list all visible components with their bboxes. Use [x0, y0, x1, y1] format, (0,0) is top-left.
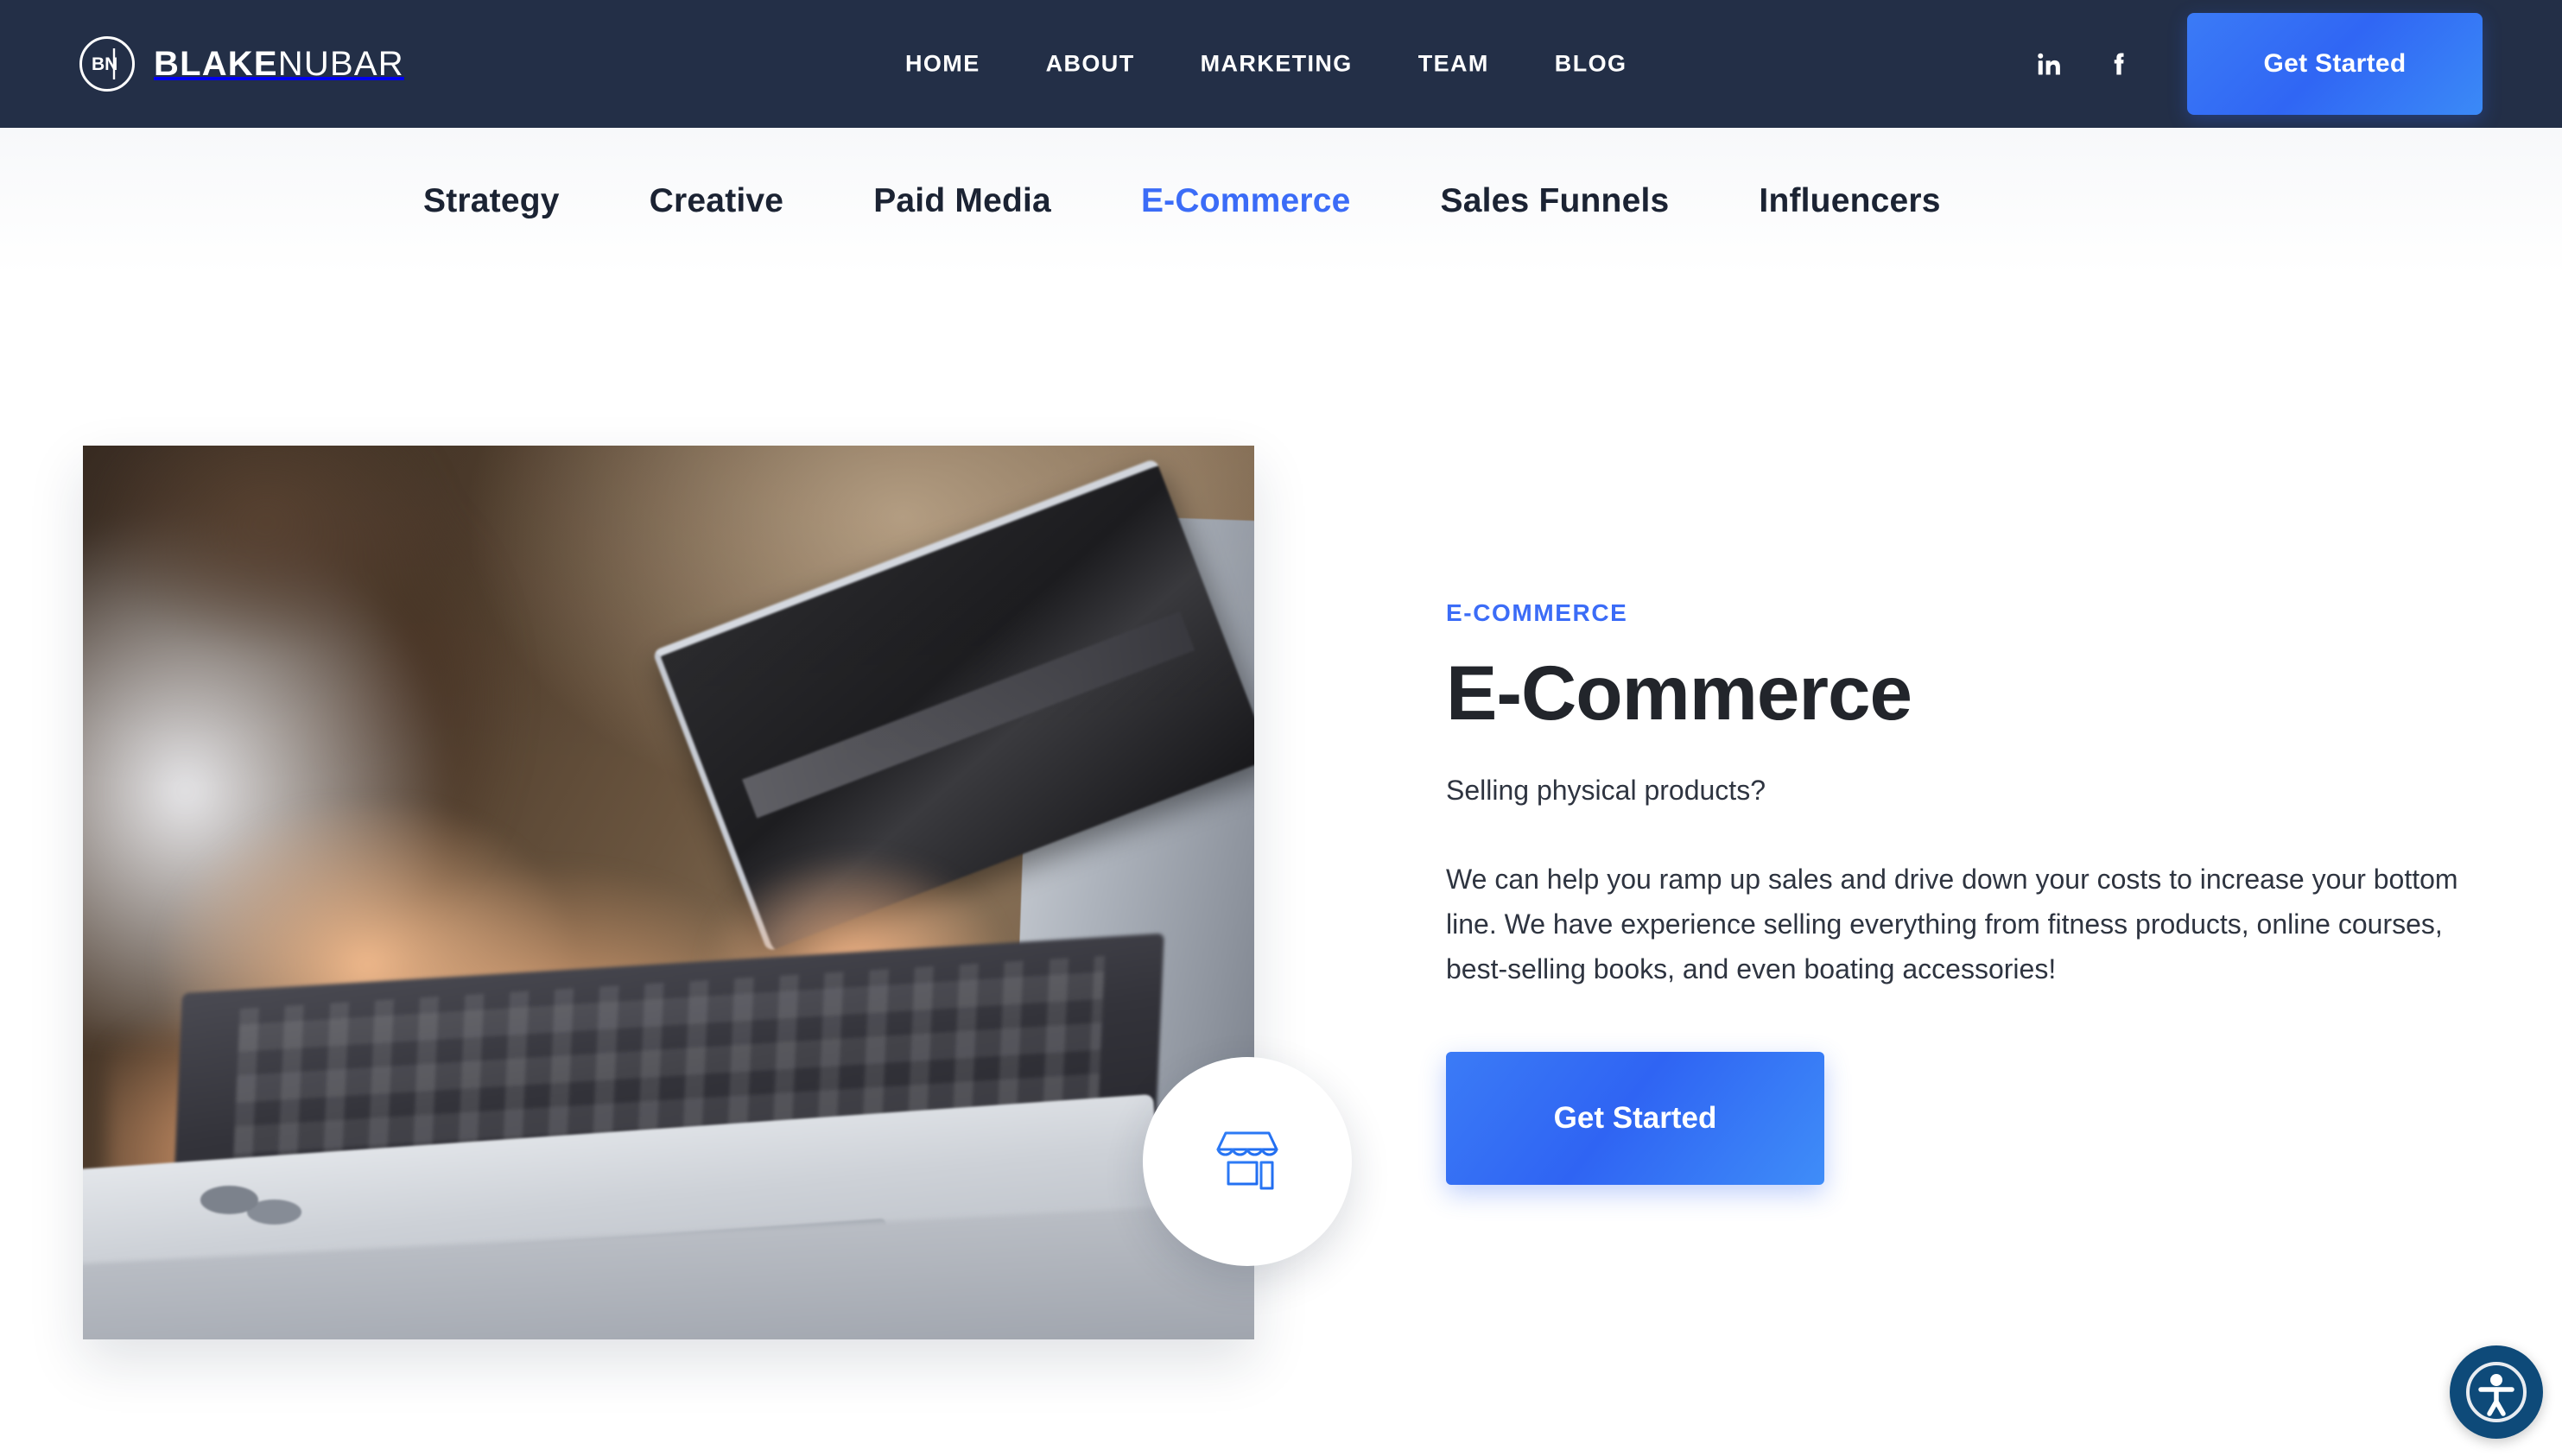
facebook-icon[interactable]: [2099, 43, 2140, 85]
nav-item-home[interactable]: HOME: [872, 51, 1013, 78]
tab-strategy[interactable]: Strategy: [404, 182, 605, 220]
bn-monogram-icon: BN: [79, 36, 135, 92]
tab-creative[interactable]: Creative: [605, 182, 829, 220]
tab-panel-e-commerce: E-COMMERCE E-Commerce Selling physical p…: [0, 275, 2562, 1456]
body-paragraph: We can help you ramp up sales and drive …: [1446, 864, 2458, 984]
tab-sales-funnels[interactable]: Sales Funnels: [1396, 182, 1715, 220]
brand-name-bold: BLAKE: [154, 45, 278, 83]
feature-photo: [83, 446, 1254, 1339]
main-navigation: HOME ABOUT MARKETING TEAM BLOG: [872, 51, 1659, 78]
tab-influencers[interactable]: Influencers: [1714, 182, 1985, 220]
nav-item-blog[interactable]: BLOG: [1522, 51, 1660, 78]
storefront-icon-badge: [1143, 1057, 1352, 1266]
site-header: BN BLAKENUBAR HOME ABOUT MARKETING TEAM …: [0, 0, 2562, 128]
content-get-started-button[interactable]: Get Started: [1446, 1052, 1824, 1185]
nav-item-team[interactable]: TEAM: [1386, 51, 1522, 78]
storefront-icon: [1206, 1127, 1289, 1196]
accessibility-icon: [2461, 1357, 2532, 1428]
nav-item-about[interactable]: ABOUT: [1013, 51, 1168, 78]
tab-e-commerce[interactable]: E-Commerce: [1096, 182, 1396, 220]
page-title: E-Commerce: [1446, 649, 1912, 736]
brand-name-light: NUBAR: [277, 45, 404, 83]
eyebrow-label: E-COMMERCE: [1446, 599, 1628, 626]
nav-item-marketing[interactable]: MARKETING: [1168, 51, 1386, 78]
brand-logo[interactable]: BN BLAKENUBAR: [79, 36, 404, 92]
lede-paragraph: Selling physical products?: [1446, 775, 1766, 806]
brand-wordmark: BLAKENUBAR: [154, 47, 404, 81]
linkedin-icon[interactable]: [2028, 43, 2070, 85]
header-get-started-button[interactable]: Get Started: [2187, 13, 2483, 115]
tab-paid-media[interactable]: Paid Media: [828, 182, 1096, 220]
service-tab-bar: Strategy Creative Paid Media E-Commerce …: [0, 128, 2562, 275]
header-actions: Get Started: [2028, 13, 2483, 115]
accessibility-widget-button[interactable]: [2450, 1345, 2543, 1439]
